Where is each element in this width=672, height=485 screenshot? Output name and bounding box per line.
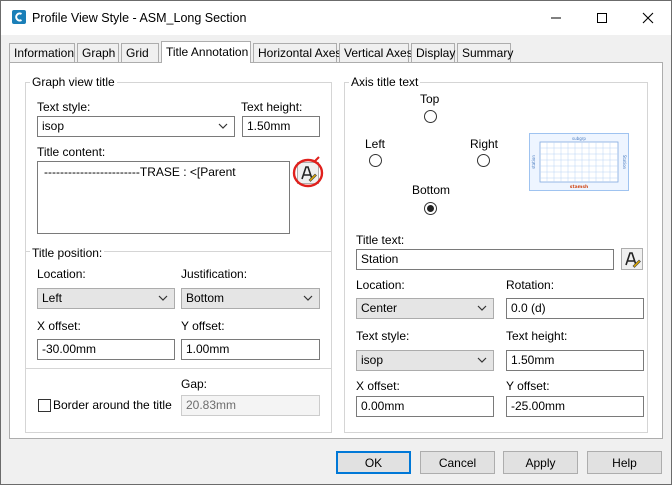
tab-information[interactable]: Information: [9, 43, 75, 62]
top-radio-label: Top: [420, 92, 440, 106]
axis-x-offset-label: X offset:: [356, 379, 400, 393]
chevron-down-icon: [158, 295, 168, 301]
justification-select[interactable]: Bottom: [181, 288, 320, 309]
text-height-label: Text height:: [241, 100, 303, 114]
title-content-label: Title content:: [37, 145, 106, 159]
rotation-label: Rotation:: [506, 278, 555, 292]
left-radio[interactable]: [369, 154, 382, 167]
minimize-button[interactable]: [533, 1, 579, 35]
justification-value: Bottom: [186, 291, 225, 305]
rotation-input[interactable]: 0.0 (d): [506, 298, 644, 319]
close-button[interactable]: [625, 1, 671, 35]
text-style-select[interactable]: isop: [37, 116, 235, 137]
radio-selected-dot: [427, 205, 434, 212]
title-text-label: Title text:: [356, 233, 405, 247]
preview-bottom-label: stamsh: [570, 184, 588, 190]
text-editor-icon: [625, 252, 641, 268]
gap-input: 20.83mm: [181, 395, 320, 416]
top-radio[interactable]: [424, 110, 437, 123]
tab-title-annotation[interactable]: Title Annotation: [161, 41, 251, 63]
axis-preview: subgrp station Station stamsh: [529, 133, 629, 191]
left-radio-label: Left: [365, 137, 386, 151]
axis-location-label: Location:: [356, 278, 405, 292]
axis-text-style-value: isop: [361, 353, 384, 367]
bottom-radio[interactable]: [424, 202, 437, 215]
axis-text-style-select[interactable]: isop: [356, 350, 494, 371]
bottom-radio-label: Bottom: [412, 183, 451, 197]
border-around-title-checkbox[interactable]: [38, 399, 51, 412]
axis-location-value: Center: [361, 301, 398, 315]
tab-grid[interactable]: Grid: [121, 43, 159, 62]
y-offset-input[interactable]: 1.00mm: [181, 339, 320, 360]
chevron-down-icon: [477, 305, 487, 311]
location-select[interactable]: Left: [37, 288, 175, 309]
preview-top-label: subgrp: [572, 136, 586, 141]
chevron-down-icon: [218, 123, 228, 129]
chevron-down-icon: [303, 295, 313, 301]
tab-summary[interactable]: Summary: [457, 43, 513, 62]
tab-panel: Graph view title Text style: isop Text h…: [9, 62, 663, 439]
axis-text-height-input[interactable]: 1.50mm: [506, 350, 644, 371]
window-title: Profile View Style - ASM_Long Section: [32, 11, 247, 25]
cancel-button[interactable]: Cancel: [420, 451, 495, 474]
title-bar: Profile View Style - ASM_Long Section: [1, 1, 671, 35]
location-value: Left: [42, 291, 63, 305]
divider: [25, 368, 332, 369]
border-around-title-label: Border around the title: [53, 398, 172, 412]
right-radio[interactable]: [477, 154, 490, 167]
tab-horizontal-axes[interactable]: Horizontal Axes: [253, 43, 341, 62]
graph-view-title-heading: Graph view title: [30, 75, 117, 89]
minimize-icon: [551, 17, 561, 19]
preview-right-label: Station: [622, 155, 627, 170]
dialog-window: Profile View Style - ASM_Long Section In…: [0, 0, 672, 485]
text-style-label: Text style:: [37, 100, 91, 114]
axis-x-offset-input[interactable]: 0.00mm: [356, 396, 494, 417]
apply-button[interactable]: Apply: [503, 451, 578, 474]
ok-button[interactable]: OK: [336, 451, 411, 474]
maximize-icon: [597, 13, 607, 23]
axis-y-offset-label: Y offset:: [506, 379, 550, 393]
right-radio-label: Right: [470, 137, 499, 151]
axis-text-style-label: Text style:: [356, 329, 410, 343]
red-circle-annotation: [292, 156, 324, 188]
preview-grid-graphic: subgrp station Station stamsh: [531, 136, 627, 190]
y-offset-label: Y offset:: [181, 319, 225, 333]
tab-bar: Information Graph Grid Title Annotation …: [1, 41, 671, 63]
edit-title-text-button[interactable]: [621, 248, 643, 270]
maximize-button[interactable]: [579, 1, 625, 35]
tab-display[interactable]: Display: [411, 43, 455, 62]
axis-text-height-label: Text height:: [506, 329, 568, 343]
location-label: Location:: [37, 267, 86, 281]
text-style-value: isop: [42, 119, 65, 133]
tab-graph[interactable]: Graph: [77, 43, 119, 62]
close-icon: [642, 12, 654, 24]
title-position-heading: Title position:: [30, 246, 105, 260]
preview-left-label: station: [531, 155, 536, 169]
gap-label: Gap:: [181, 377, 208, 391]
help-button[interactable]: Help: [587, 451, 662, 474]
title-content-textarea[interactable]: ------------------------TRASE : <[Parent: [37, 161, 290, 234]
x-offset-input[interactable]: -30.00mm: [37, 339, 175, 360]
x-offset-label: X offset:: [37, 319, 81, 333]
tab-vertical-axes[interactable]: Vertical Axes: [339, 43, 413, 62]
justification-label: Justification:: [181, 267, 248, 281]
civil3d-app-icon: [12, 10, 26, 24]
chevron-down-icon: [477, 357, 487, 363]
title-text-input[interactable]: Station: [356, 249, 614, 270]
axis-y-offset-input[interactable]: -25.00mm: [506, 396, 644, 417]
axis-title-text-heading: Axis title text: [349, 75, 421, 89]
axis-location-select[interactable]: Center: [356, 298, 494, 319]
text-height-input[interactable]: 1.50mm: [242, 116, 320, 137]
